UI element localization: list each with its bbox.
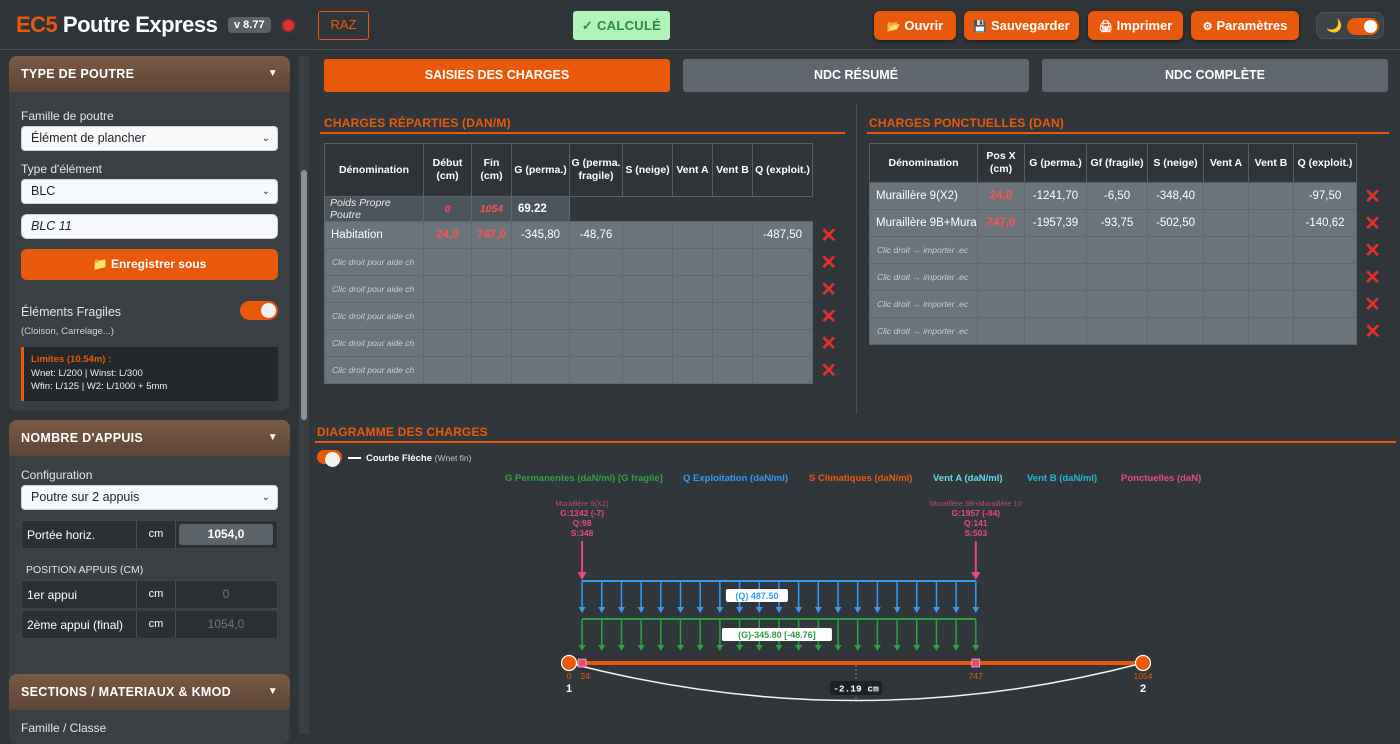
q-arrow-head: [755, 607, 763, 613]
g-arrow-head: [637, 645, 645, 651]
point-load-head: [971, 572, 981, 580]
point-load-label: G:1957 (-94): [951, 508, 1000, 518]
axis-tick-label: 1054: [1134, 671, 1153, 681]
q-arrow-head: [952, 607, 960, 613]
q-arrow-head: [696, 607, 704, 613]
q-arrow-head: [873, 607, 881, 613]
axis-tick-label: 24: [580, 671, 590, 681]
g-arrow-head: [578, 645, 586, 651]
g-arrow-head: [716, 645, 724, 651]
axis-tick-label: 0: [567, 671, 572, 681]
g-arrow-head: [736, 645, 744, 651]
q-arrow-head: [932, 607, 940, 613]
g-arrow-head: [913, 645, 921, 651]
g-arrow-head: [696, 645, 704, 651]
q-arrow-head: [913, 607, 921, 613]
point-load-label: G:1242 (-7): [560, 508, 604, 518]
q-arrow-head: [598, 607, 606, 613]
deflection-label: -2.19 cm: [833, 684, 879, 695]
g-arrow-head: [854, 645, 862, 651]
axis-tick-label: 747: [969, 671, 983, 681]
point-load-marker: [577, 658, 587, 668]
point-load-label: S:503: [964, 528, 987, 538]
point-load-marker: [971, 658, 981, 668]
g-arrow-head: [893, 645, 901, 651]
g-arrow-head: [795, 645, 803, 651]
q-label: (Q) 487.50: [735, 591, 778, 601]
g-label: (G)-345.80 [-48.76]: [738, 630, 816, 640]
q-arrow-head: [657, 607, 665, 613]
g-arrow-head: [617, 645, 625, 651]
g-arrow-head: [657, 645, 665, 651]
q-arrow-head: [893, 607, 901, 613]
support-number: 1: [566, 683, 572, 695]
g-arrow-head: [972, 645, 980, 651]
q-arrow-head: [637, 607, 645, 613]
point-load-label: S:348: [571, 528, 594, 538]
g-arrow-head: [775, 645, 783, 651]
point-load-label: Muraillère 9(X2): [555, 499, 609, 508]
q-arrow-head: [716, 607, 724, 613]
q-arrow-head: [854, 607, 862, 613]
q-arrow-head: [677, 607, 685, 613]
q-arrow-head: [617, 607, 625, 613]
g-arrow-head: [677, 645, 685, 651]
g-arrow-head: [873, 645, 881, 651]
g-arrow-head: [598, 645, 606, 651]
q-arrow-head: [736, 607, 744, 613]
point-load-label: Q:141: [964, 518, 988, 528]
q-arrow-head: [834, 607, 842, 613]
q-arrow-head: [578, 607, 586, 613]
g-arrow-head: [814, 645, 822, 651]
q-arrow-head: [814, 607, 822, 613]
q-arrow-head: [775, 607, 783, 613]
g-arrow-head: [755, 645, 763, 651]
point-load-label: Q:98: [573, 518, 592, 528]
g-arrow-head: [932, 645, 940, 651]
g-arrow-head: [834, 645, 842, 651]
q-arrow-head: [795, 607, 803, 613]
support-number: 2: [1140, 683, 1146, 695]
support-icon: [560, 654, 578, 672]
support-icon: [1134, 654, 1152, 672]
q-arrow-head: [972, 607, 980, 613]
load-diagram: (Q) 487.50 (G)-345.80 [-48.76] -2.19 cm Mur…: [555, 499, 1153, 702]
point-load-head: [577, 572, 587, 580]
point-load-label: Muraillère 9B+Muraillère 10: [930, 499, 1022, 508]
g-arrow-head: [952, 645, 960, 651]
